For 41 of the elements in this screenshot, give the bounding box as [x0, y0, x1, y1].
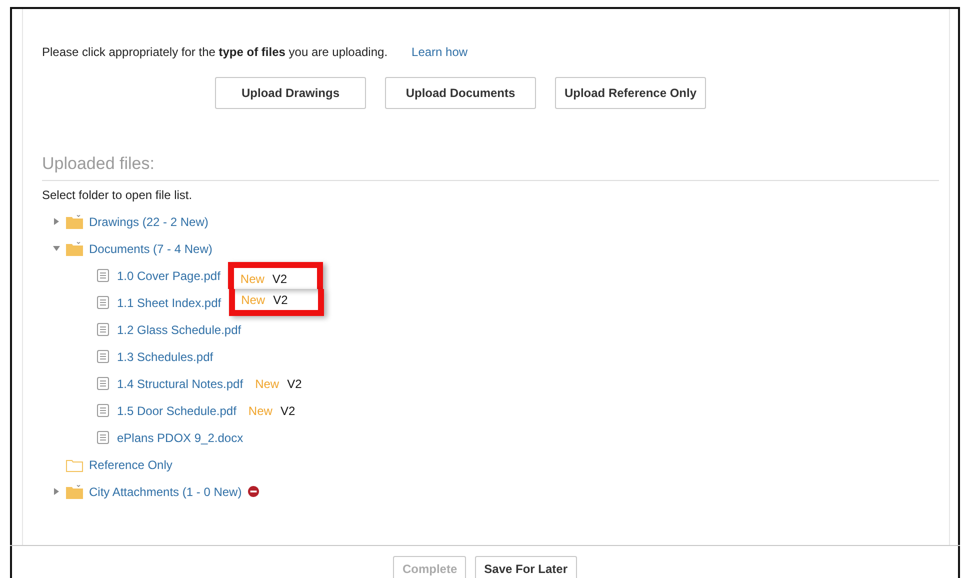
upload-button[interactable]: Upload Drawings — [215, 77, 366, 109]
version-label: V2 — [280, 404, 296, 418]
document-icon — [97, 323, 109, 336]
folder-name[interactable]: City Attachments (1 - 0 New) — [89, 484, 242, 498]
folder-name[interactable]: Documents (7 - 4 New) — [89, 242, 212, 256]
instruction-text: Please click appropriately for the type of files you are uploading. — [42, 45, 388, 59]
folder-name[interactable]: Drawings (22 - 2 New) — [89, 214, 208, 228]
save-button[interactable]: Save For Later — [475, 556, 577, 578]
file-name[interactable]: 1.4 Structural Notes.pdf — [117, 376, 244, 390]
expand-toggle-icon[interactable] — [53, 245, 60, 252]
folder-name[interactable]: Reference Only — [89, 458, 172, 472]
new-label: New — [255, 376, 280, 390]
file-name[interactable]: 1.5 Door Schedule.pdf — [117, 404, 236, 418]
upload-button[interactable]: Upload Documents — [385, 77, 536, 109]
new-label: New — [240, 272, 264, 286]
document-icon — [97, 350, 109, 363]
upload-button[interactable]: Upload Reference Only — [555, 77, 706, 109]
expand-toggle-icon[interactable] — [53, 488, 60, 495]
folder-icon — [66, 242, 83, 256]
folder-icon — [66, 484, 83, 498]
version-label: V2 — [273, 292, 288, 306]
folder-icon — [66, 214, 83, 228]
learn-how-link[interactable]: Learn how — [412, 45, 468, 59]
file-name[interactable]: 1.0 Cover Page.pdf — [117, 268, 220, 282]
section-heading: Uploaded files: — [42, 154, 939, 181]
document-icon — [97, 404, 109, 417]
new-label: New — [248, 404, 272, 418]
file-name[interactable]: 1.1 Sheet Index.pdf — [117, 296, 222, 310]
folder-icon — [66, 458, 83, 472]
version-label: V2 — [272, 272, 288, 286]
expand-toggle-icon[interactable] — [53, 218, 60, 225]
document-icon — [97, 296, 109, 309]
document-icon — [97, 377, 109, 390]
version-label: V2 — [287, 376, 302, 390]
document-icon — [97, 269, 109, 282]
file-name[interactable]: 1.2 Glass Schedule.pdf — [117, 322, 242, 336]
hint-text: Select folder to open file list. — [42, 188, 194, 202]
new-label: New — [241, 292, 266, 306]
document-icon — [97, 431, 109, 444]
file-name[interactable]: ePlans PDOX 9_2.docx — [117, 430, 244, 444]
file-name[interactable]: 1.3 Schedules.pdf — [117, 350, 214, 364]
